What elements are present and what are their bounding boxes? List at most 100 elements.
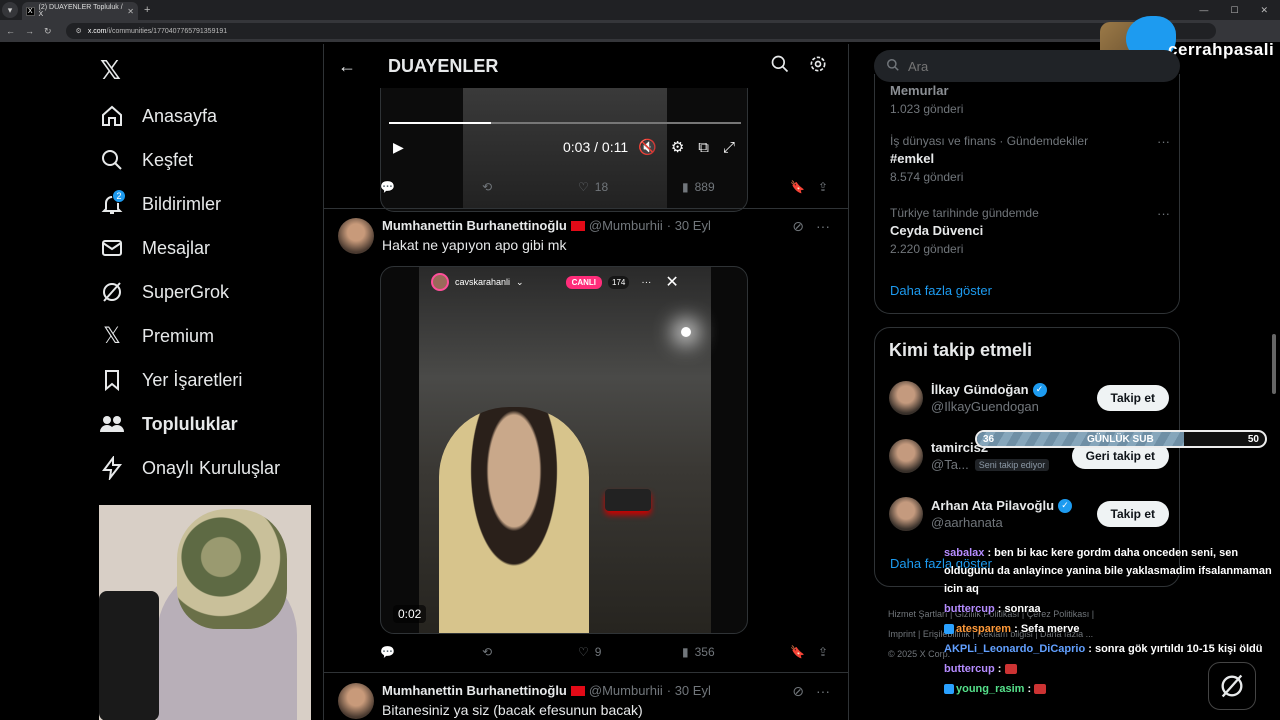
trend-count: 8.574 gönderi	[890, 170, 964, 184]
share-icon[interactable]: ⇪	[818, 180, 828, 194]
share-icon[interactable]: ⇪	[818, 645, 828, 659]
back-nav-icon[interactable]: ←	[6, 26, 15, 36]
sidebar-item-bookmarks[interactable]: Yer İşaretleri	[98, 360, 242, 400]
minimize-button[interactable]: —	[1199, 5, 1208, 16]
webcam-overlay	[99, 505, 311, 720]
sidebar-item-verified-orgs[interactable]: Onaylı Kuruluşlar	[98, 448, 280, 488]
url-field[interactable]: ⚙ x.com/i/communities/177040776579135919…	[65, 23, 1216, 39]
chat-text: : sonra gök yırtıldı 10-15 kişi öldü	[1088, 643, 1263, 655]
sidebar-item-label: Bildirimler	[142, 193, 222, 214]
trend-item[interactable]: Memurlar 1.023 gönderi	[890, 80, 1170, 116]
reply-icon[interactable]: 💬	[380, 645, 482, 659]
trends-show-more-link[interactable]: Daha fazla göster	[890, 283, 992, 298]
author-name[interactable]: Mumhanettin Burhanettinoğlu	[382, 218, 567, 233]
follow-button[interactable]: Takip et	[1096, 501, 1169, 527]
chat-user: young_rasim	[956, 683, 1025, 695]
emote-icon	[1034, 684, 1047, 695]
divider	[324, 208, 848, 209]
author-handle[interactable]: @Mumburhii	[589, 683, 663, 698]
like-button[interactable]: ♡ 18	[578, 180, 682, 194]
community-header: ← DUAYENLER	[324, 44, 848, 88]
sidebar-item-notifications[interactable]: 2 Bildirimler	[98, 184, 221, 224]
grok-floating-button[interactable]	[1208, 662, 1256, 710]
x-logo-icon[interactable]: 𝕏	[100, 56, 121, 86]
browser-tab[interactable]: X (2) DUAYENLER Topluluk / X ✕	[22, 2, 138, 20]
views-button[interactable]: ▮ 889	[682, 180, 790, 194]
tweet-date[interactable]: · 30 Eyl	[667, 218, 711, 233]
search-icon	[886, 58, 900, 75]
chart-icon: ▮	[682, 645, 689, 659]
new-tab-button[interactable]: +	[144, 4, 150, 16]
tweet-date[interactable]: · 30 Eyl	[667, 683, 711, 698]
video-player[interactable]: cavskarahanli ⌄ CANLI 174 ··· ✕ 0:02	[380, 266, 748, 634]
search-input[interactable]	[908, 58, 1108, 74]
follow-suggestion[interactable]: İlkay Gündoğan ✓ @IlkayGuendogan Takip et	[889, 378, 1169, 418]
chat-user: atesparem	[956, 623, 1012, 635]
tab-close-icon[interactable]: ✕	[127, 7, 134, 16]
more-icon[interactable]: ···	[1157, 206, 1170, 221]
reply-icon[interactable]: 💬	[380, 180, 482, 194]
bookmark-icon[interactable]: 🔖	[790, 180, 818, 194]
more-icon[interactable]: ···	[816, 218, 830, 235]
views-button[interactable]: ▮ 356	[682, 645, 790, 659]
sidebar-item-supergrok[interactable]: SuperGrok	[98, 272, 229, 312]
play-icon[interactable]: ▶	[393, 139, 404, 156]
more-icon[interactable]: ···	[1157, 134, 1170, 149]
tab-title: (2) DUAYENLER Topluluk / X	[38, 4, 123, 18]
grok-icon[interactable]: ⊘	[792, 218, 804, 235]
page-scrollbar[interactable]	[1272, 334, 1276, 394]
sidebar-item-communities[interactable]: Topluluklar	[98, 404, 238, 444]
retweet-icon[interactable]: ⟲	[482, 180, 578, 194]
avatar[interactable]	[889, 439, 923, 473]
trend-item[interactable]: Türkiye tarihinde gündemde Ceyda Düvenci…	[890, 206, 1170, 256]
maximize-button[interactable]: ☐	[1230, 5, 1238, 16]
sidebar-item-premium[interactable]: 𝕏 Premium	[98, 316, 214, 356]
sidebar-item-messages[interactable]: Mesajlar	[98, 228, 210, 268]
trend-item[interactable]: İş dünyası ve finans · Gündemdekiler #em…	[890, 134, 1170, 184]
follow-button[interactable]: Takip et	[1096, 385, 1169, 411]
trend-name: Memurlar	[890, 83, 949, 98]
search-icon[interactable]	[770, 54, 790, 79]
chat-text: : sonraa	[997, 603, 1041, 615]
reload-icon[interactable]: ↻	[44, 26, 52, 37]
people-icon	[98, 410, 126, 438]
tweet[interactable]: Mumhanettin Burhanettinoğlu @Mumburhii ·…	[338, 683, 838, 719]
video-progress-bar[interactable]	[389, 122, 741, 124]
close-window-button[interactable]: ✕	[1260, 5, 1268, 16]
follow-suggestion[interactable]: Arhan Ata Pilavoğlu ✓ @aarhanata Takip et	[889, 494, 1169, 534]
sidebar-item-label: Onaylı Kuruluşlar	[142, 457, 281, 478]
chat-user: sabalax	[944, 547, 985, 559]
turkey-flag-icon	[570, 685, 585, 696]
like-count: 9	[594, 645, 602, 659]
avatar[interactable]	[889, 381, 923, 415]
avatar[interactable]	[338, 218, 374, 254]
tab-list-button[interactable]: ▾	[2, 2, 18, 18]
avatar[interactable]	[889, 497, 923, 531]
pip-icon[interactable]: ⧉	[698, 139, 709, 156]
brand-name: cerrahpasali	[1168, 40, 1275, 59]
settings-gear-icon[interactable]	[808, 54, 828, 79]
retweet-icon[interactable]: ⟲	[482, 645, 578, 659]
search-box[interactable]	[874, 50, 1180, 82]
divider	[324, 672, 848, 673]
bookmark-icon[interactable]: 🔖	[790, 645, 818, 659]
url-host: x.com	[87, 27, 107, 35]
sidebar-item-explore[interactable]: Keşfet	[98, 140, 193, 180]
author-handle[interactable]: @Mumburhii	[589, 218, 663, 233]
mute-icon[interactable]: 🔇	[638, 138, 657, 156]
site-info-icon[interactable]: ⚙	[76, 27, 82, 35]
like-button[interactable]: ♡ 9	[578, 645, 682, 659]
back-arrow-icon[interactable]: ←	[338, 56, 358, 77]
more-icon[interactable]: ···	[816, 683, 830, 700]
sub-goal-current: 36	[983, 434, 995, 445]
forward-nav-icon[interactable]: →	[25, 26, 34, 36]
author-name[interactable]: Mumhanettin Burhanettinoğlu	[382, 683, 567, 698]
video-settings-icon[interactable]: ⚙	[671, 138, 684, 156]
sidebar-item-home[interactable]: Anasayfa	[98, 96, 217, 136]
follows-you-badge: Seni takip ediyor	[974, 458, 1050, 471]
user-handle: @aarhanata	[931, 515, 1003, 530]
grok-icon[interactable]: ⊘	[792, 683, 804, 700]
fullscreen-icon[interactable]: ⤢	[723, 139, 735, 156]
tweet[interactable]: Mumhanettin Burhanettinoğlu @Mumburhii ·…	[338, 218, 838, 254]
avatar[interactable]	[338, 683, 374, 719]
